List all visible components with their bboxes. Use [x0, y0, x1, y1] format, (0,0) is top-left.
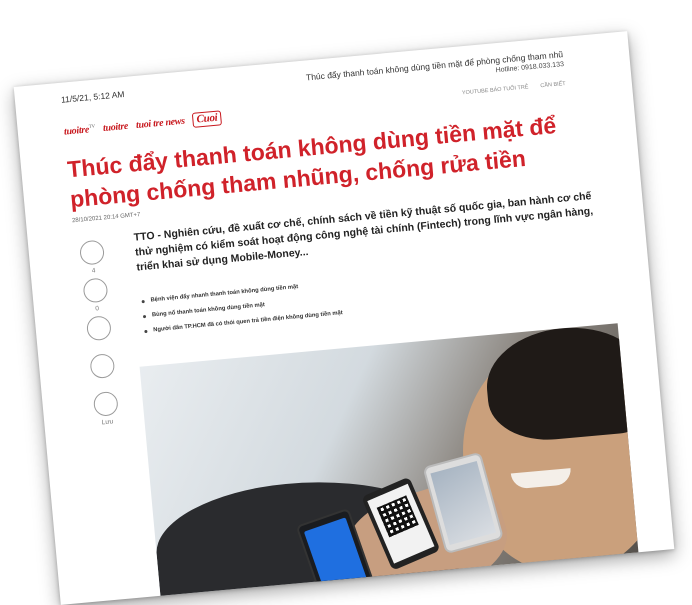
save-label: Lưu: [101, 418, 114, 427]
printed-page: 11/5/21, 5:12 AM Thúc đẩy thanh toán khô…: [13, 31, 675, 605]
article-photo: [139, 323, 640, 605]
brand-tuoitre-tv-logo[interactable]: tuoitreTV: [64, 124, 96, 137]
print-header: 11/5/21, 5:12 AM Thúc đẩy thanh toán khô…: [15, 43, 630, 111]
photo-person-hair: [482, 323, 640, 446]
share-zalo-button[interactable]: [89, 353, 116, 380]
nav-search-link[interactable]: CẦN BIẾT: [540, 81, 566, 89]
comment-button[interactable]: [82, 277, 109, 304]
share-facebook-button[interactable]: [85, 315, 112, 342]
qr-code-icon: [376, 495, 419, 538]
save-button[interactable]: [92, 390, 119, 417]
brand-tuoitre-news-logo[interactable]: tuoi tre news: [136, 116, 186, 131]
social-rail: 4 0 Lưu: [74, 239, 125, 431]
top-nav: YOUTUBE BÁO TUỔI TRẺ CẦN BIẾT: [462, 81, 566, 96]
nav-youtube-link[interactable]: YOUTUBE BÁO TUỔI TRẺ: [462, 84, 529, 96]
comment-count: 0: [95, 305, 100, 313]
like-button[interactable]: [78, 239, 106, 266]
brand-tuoitre-logo[interactable]: tuoitre: [103, 121, 129, 134]
article-date: 28/10/2021 20:14 GMT+7: [71, 212, 141, 225]
print-datetime: 11/5/21, 5:12 AM: [60, 88, 125, 105]
brand-bar: tuoitreTV tuoitre tuoi tre news Cuoi: [63, 110, 223, 139]
brand-cuoi-logo[interactable]: Cuoi: [192, 110, 223, 128]
like-count: 4: [91, 267, 96, 275]
